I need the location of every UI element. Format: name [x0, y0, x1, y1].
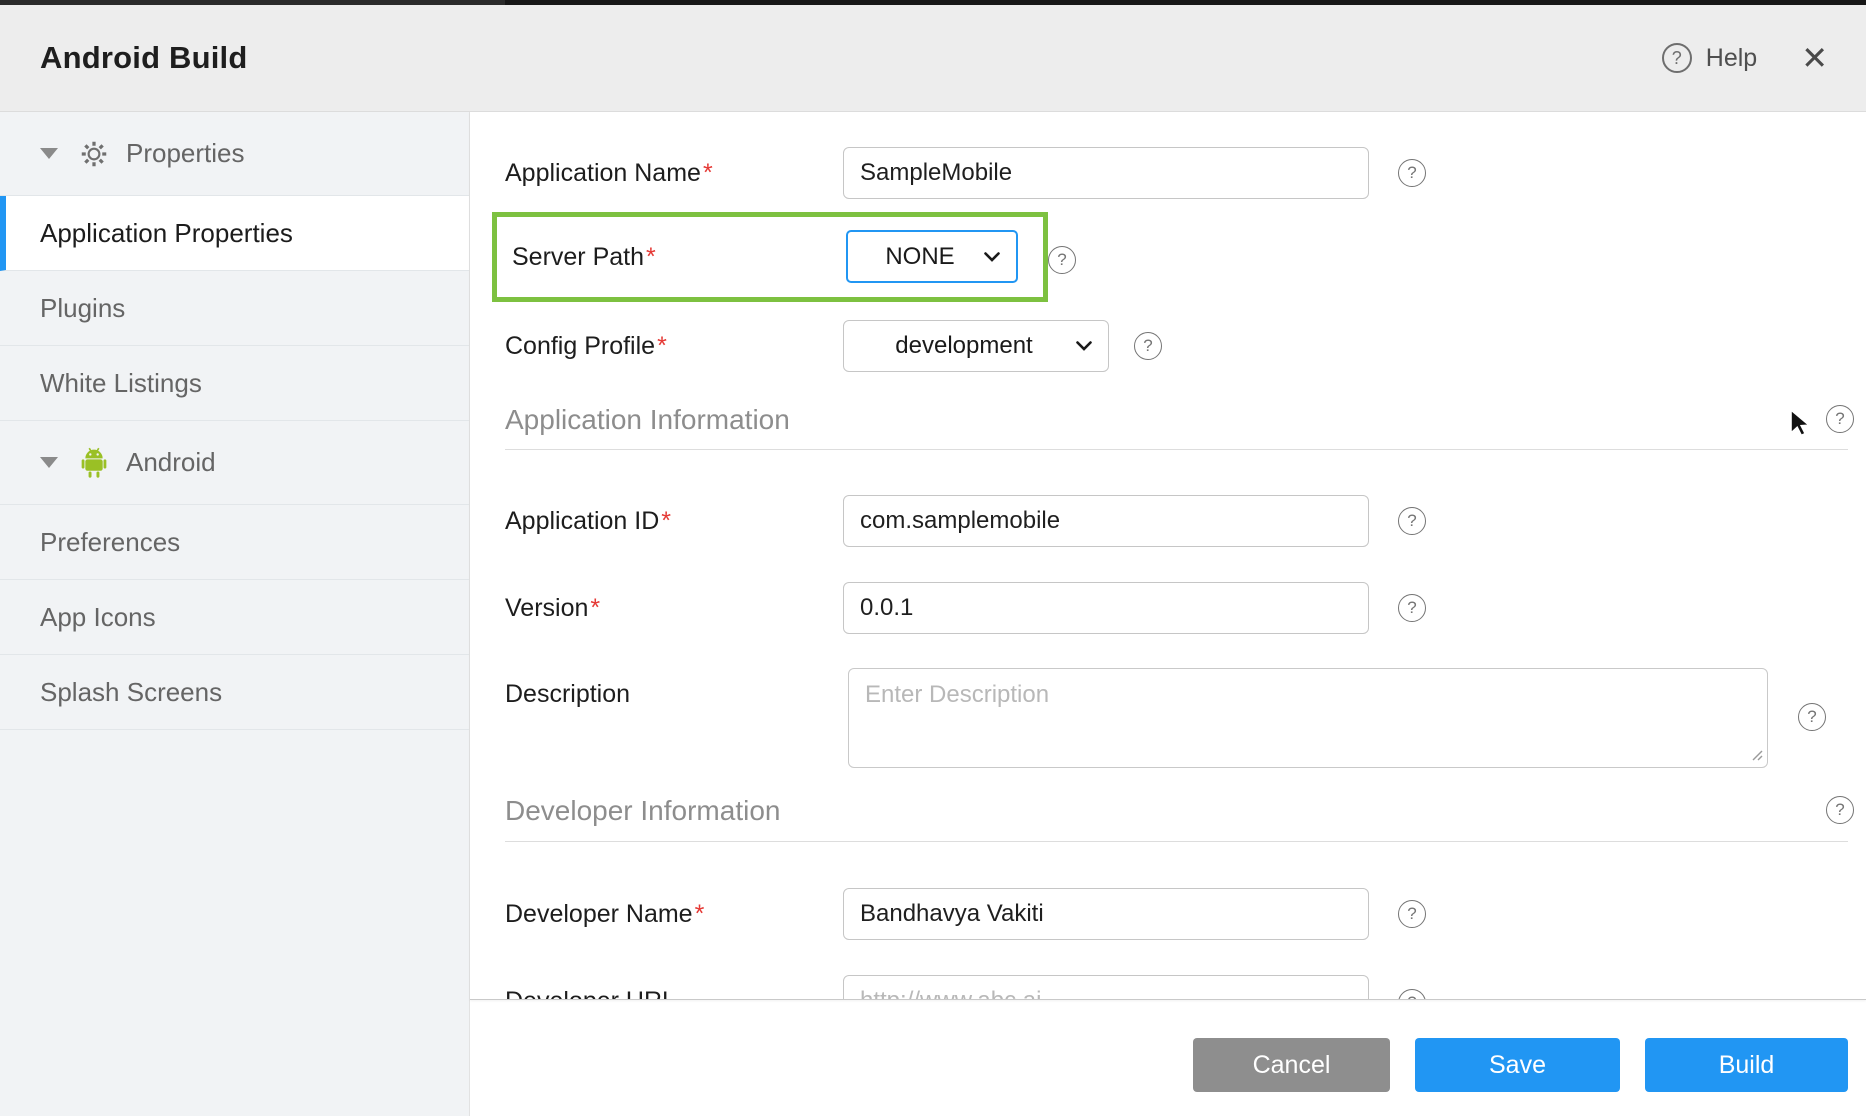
application-information-help-icon[interactable]: ?: [1826, 405, 1854, 433]
required-asterisk: *: [646, 243, 656, 271]
developer-information-help-icon[interactable]: ?: [1826, 796, 1854, 824]
chevron-down-icon: [984, 252, 1000, 262]
help-icon[interactable]: ?: [1662, 43, 1692, 73]
save-button[interactable]: Save: [1415, 1038, 1620, 1092]
application-name-label: Application Name*: [505, 147, 713, 199]
chevron-expanded-icon[interactable]: [40, 457, 58, 468]
description-label: Description: [505, 668, 630, 720]
dialog-header: Android Build ? Help ✕: [0, 5, 1866, 112]
chevron-expanded-icon[interactable]: [40, 148, 58, 159]
cancel-button[interactable]: Cancel: [1193, 1038, 1390, 1092]
required-asterisk: *: [657, 332, 667, 360]
sidebar-group-properties[interactable]: Properties: [0, 112, 469, 196]
developer-url-label: Developer URL: [505, 975, 676, 1000]
version-input[interactable]: [843, 582, 1369, 634]
config-profile-help-icon[interactable]: ?: [1134, 332, 1162, 360]
version-help-icon[interactable]: ?: [1398, 594, 1426, 622]
sidebar-item-label: Application Properties: [40, 218, 293, 249]
developer-information-title: Developer Information: [505, 791, 780, 831]
sidebar-item-white-listings[interactable]: White Listings: [0, 346, 469, 421]
config-profile-value: development: [895, 332, 1032, 360]
chevron-down-icon: [1076, 341, 1092, 351]
sidebar-group-label: Properties: [126, 138, 245, 169]
form-scroll-area[interactable]: Application Name* ? Server Path* NONE: [470, 112, 1866, 1000]
server-path-label: Server Path*: [512, 217, 656, 297]
footer-actions: Cancel Save Build: [470, 1000, 1866, 1116]
android-build-dialog: Android Build ? Help ✕: [0, 0, 1866, 1116]
required-asterisk: *: [703, 159, 713, 187]
help-label[interactable]: Help: [1706, 44, 1757, 73]
android-robot-icon: [78, 447, 110, 479]
server-path-dropdown[interactable]: NONE: [846, 230, 1018, 283]
sidebar-item-splash-screens[interactable]: Splash Screens: [0, 655, 469, 730]
sidebar-item-plugins[interactable]: Plugins: [0, 271, 469, 346]
sidebar-group-label: Android: [126, 447, 216, 478]
section-divider: [505, 449, 1848, 450]
sidebar-item-label: Plugins: [40, 293, 125, 324]
build-button[interactable]: Build: [1645, 1038, 1848, 1092]
version-label: Version*: [505, 582, 600, 634]
help-button[interactable]: ? Help: [1662, 43, 1757, 73]
sidebar-item-label: White Listings: [40, 368, 202, 399]
section-divider: [505, 841, 1848, 842]
application-name-input[interactable]: [843, 147, 1369, 199]
server-path-value: NONE: [885, 243, 954, 271]
sidebar-item-preferences[interactable]: Preferences: [0, 505, 469, 580]
config-profile-label: Config Profile*: [505, 320, 667, 372]
sidebar-group-android[interactable]: Android: [0, 421, 469, 505]
sidebar-item-application-properties[interactable]: Application Properties: [0, 196, 469, 271]
developer-name-help-icon[interactable]: ?: [1398, 900, 1426, 928]
developer-name-input[interactable]: [843, 888, 1369, 940]
developer-name-label: Developer Name*: [505, 888, 704, 940]
required-asterisk: *: [590, 594, 600, 622]
sidebar: Properties Application Properties Plugin…: [0, 112, 470, 1116]
server-path-highlight-box: Server Path* NONE: [492, 212, 1048, 302]
close-icon[interactable]: ✕: [1801, 42, 1828, 74]
developer-url-help-icon[interactable]: ?: [1398, 989, 1426, 1000]
description-textarea[interactable]: [848, 668, 1768, 768]
sidebar-item-label: Splash Screens: [40, 677, 222, 708]
description-field-wrap: [848, 668, 1768, 768]
description-help-icon[interactable]: ?: [1798, 703, 1826, 731]
gear-icon: [78, 139, 110, 169]
application-id-help-icon[interactable]: ?: [1398, 507, 1426, 535]
sidebar-item-label: App Icons: [40, 602, 156, 633]
mouse-cursor: [1788, 408, 1814, 438]
sidebar-item-app-icons[interactable]: App Icons: [0, 580, 469, 655]
application-id-input[interactable]: [843, 495, 1369, 547]
application-name-help-icon[interactable]: ?: [1398, 159, 1426, 187]
application-id-label: Application ID*: [505, 495, 671, 547]
config-profile-dropdown[interactable]: development: [843, 320, 1109, 372]
server-path-help-icon[interactable]: ?: [1048, 246, 1076, 274]
main-panel: Application Name* ? Server Path* NONE: [470, 112, 1866, 1116]
required-asterisk: *: [661, 507, 671, 535]
required-asterisk: *: [695, 900, 705, 928]
dialog-title: Android Build: [40, 40, 248, 76]
sidebar-item-label: Preferences: [40, 527, 180, 558]
developer-url-input[interactable]: [843, 975, 1369, 1000]
application-information-title: Application Information: [505, 400, 790, 440]
